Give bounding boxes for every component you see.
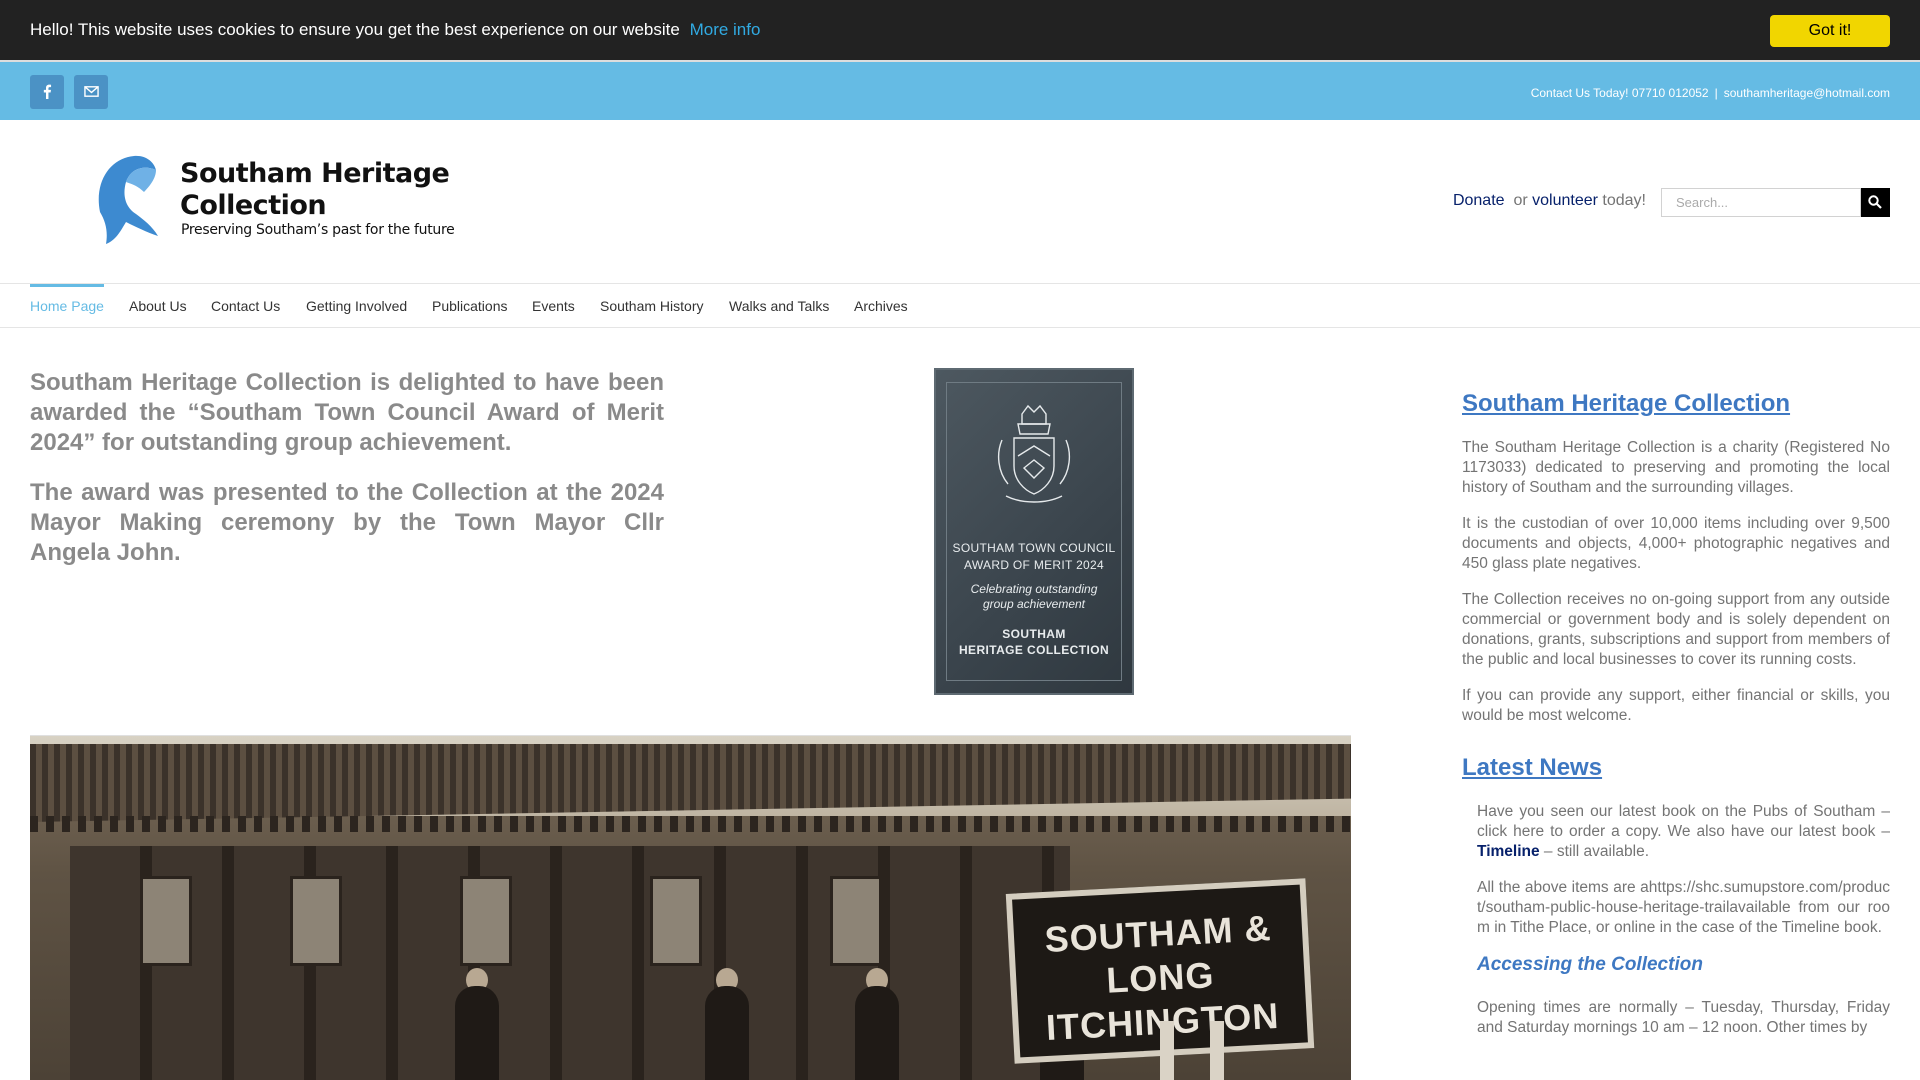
donate-link[interactable]: Donate: [1453, 192, 1505, 209]
nav-events[interactable]: Events: [532, 284, 575, 328]
plaque-line-4: group achievement: [982, 597, 1086, 611]
logo-tagline: Preserving Southam’s past for the future: [181, 222, 455, 238]
topbar-contact: Contact Us Today! 07710 012052 | southamhe…: [1531, 86, 1890, 100]
photo-person: [455, 986, 499, 1080]
sidebar-heading-collection[interactable]: Southam Heritage Collection: [1462, 390, 1890, 418]
nav-southam-history[interactable]: Southam History: [600, 284, 703, 328]
nav-archives[interactable]: Archives: [854, 284, 908, 328]
intro-paragraph-1: Southam Heritage Collection is delighted…: [30, 369, 664, 456]
nav-home-page[interactable]: Home Page: [30, 284, 104, 328]
cookie-message: Hello! This website uses cookies to ensu…: [30, 20, 760, 40]
sidebar-paragraph-1: The Southam Heritage Collection is a cha…: [1462, 439, 1890, 496]
search-input[interactable]: Search...: [1661, 188, 1861, 217]
photo-person: [855, 986, 899, 1080]
volunteer-link[interactable]: volunteer: [1532, 192, 1598, 209]
photo-station-building: [70, 846, 1070, 1080]
main-navigation: Home Page About Us Contact Us Getting In…: [0, 283, 1920, 328]
nav-publications[interactable]: Publications: [432, 284, 508, 328]
historic-station-photo: SOUTHAM & LONG ITCHINGTON: [30, 736, 1351, 1080]
access-paragraph-1: Opening times are normally – Tuesday, Th…: [1477, 999, 1890, 1036]
contact-email-link[interactable]: southamheritage@hotmail.com: [1724, 86, 1890, 100]
plaque-line-3: Celebrating outstanding: [970, 582, 1098, 596]
sidebar-paragraph-3: The Collection receives no on-going supp…: [1462, 591, 1890, 668]
photo-canopy-fringe: [30, 816, 1351, 832]
contact-separator: |: [1714, 86, 1718, 100]
intro-paragraph-2: The award was presented to the Collectio…: [30, 479, 664, 566]
plaque-line-5: SOUTHAM: [1002, 627, 1066, 641]
mail-icon[interactable]: [74, 75, 108, 109]
photo-window: [290, 876, 342, 966]
sidebar-heading-latest-news[interactable]: Latest News: [1462, 754, 1890, 782]
plaque-recipient: SOUTHAM HERITAGE COLLECTION: [936, 626, 1132, 658]
news-paragraph-1-text: Have you seen our latest book on the Pub…: [1477, 803, 1890, 840]
plaque-subtitle: Celebrating outstanding group achievemen…: [936, 582, 1132, 612]
news-paragraph-1-end: – still available.: [1543, 843, 1650, 860]
cookie-banner: Hello! This website uses cookies to ensu…: [0, 0, 1920, 62]
photo-sign-post: [1160, 1021, 1174, 1080]
photo-window: [140, 876, 192, 966]
logo-title-line2: Collection: [180, 190, 327, 221]
search-button[interactable]: [1861, 188, 1890, 217]
cookie-accept-button[interactable]: Got it!: [1770, 15, 1890, 47]
award-plaque-image: SOUTHAM TOWN COUNCIL AWARD OF MERIT 2024…: [934, 368, 1134, 695]
sidebar-heading-accessing: Accessing the Collection: [1477, 954, 1703, 975]
news-paragraph-2: All the above items are ahttps://shc.sum…: [1477, 879, 1890, 936]
plaque-line-2: AWARD OF MERIT 2024: [964, 558, 1104, 572]
fire-helmet-logo-icon[interactable]: [86, 152, 162, 248]
contact-phone: Contact Us Today! 07710 012052: [1530, 86, 1709, 100]
photo-window: [830, 876, 882, 966]
award-announcement: Southam Heritage Collection is delighted…: [30, 368, 664, 588]
coat-of-arms-icon: [997, 404, 1071, 503]
photo-window: [650, 876, 702, 966]
search-icon: [1868, 195, 1882, 209]
news-paragraph-1: Have you seen our latest book on the Pub…: [1477, 802, 1890, 862]
plaque-line-6: HERITAGE COLLECTION: [958, 643, 1110, 657]
nav-walks-and-talks[interactable]: Walks and Talks: [729, 284, 829, 328]
photo-person: [705, 986, 749, 1080]
donate-volunteer-line: Donate or volunteer today!: [1453, 192, 1646, 210]
today-text: today!: [1602, 192, 1646, 209]
facebook-icon[interactable]: [30, 75, 64, 109]
sidebar-paragraph-2: It is the custodian of over 10,000 items…: [1462, 515, 1890, 572]
top-bar: Contact Us Today! 07710 012052 | southamhe…: [0, 62, 1920, 120]
nav-getting-involved[interactable]: Getting Involved: [306, 284, 407, 328]
or-text: or: [1513, 192, 1528, 209]
cookie-more-info-link[interactable]: More info: [690, 20, 761, 39]
plaque-line-1: SOUTHAM TOWN COUNCIL: [952, 541, 1116, 555]
logo-title-line1: Southam Heritage: [180, 158, 450, 189]
latest-news-section: Have you seen our latest book on the Pub…: [1462, 802, 1890, 938]
photo-window: [460, 876, 512, 966]
logo-title[interactable]: Southam Heritage Collection: [180, 158, 450, 222]
photo-sign-post: [1210, 1021, 1224, 1080]
sidebar: Southam Heritage Collection The Southam …: [1462, 390, 1890, 1054]
nav-contact-us[interactable]: Contact Us: [211, 284, 280, 328]
site-header: Southam Heritage Collection Preserving S…: [0, 120, 1920, 283]
nav-about-us[interactable]: About Us: [129, 284, 187, 328]
accessing-section: Opening times are normally – Tuesday, Th…: [1462, 998, 1890, 1038]
plaque-title: SOUTHAM TOWN COUNCIL AWARD OF MERIT 2024: [936, 540, 1132, 574]
cookie-message-text: Hello! This website uses cookies to ensu…: [30, 20, 680, 39]
station-sign-line-1: SOUTHAM &: [1043, 907, 1273, 960]
sidebar-paragraph-4: If you can provide any support, either f…: [1462, 687, 1890, 724]
timeline-link[interactable]: Timeline: [1477, 843, 1540, 860]
